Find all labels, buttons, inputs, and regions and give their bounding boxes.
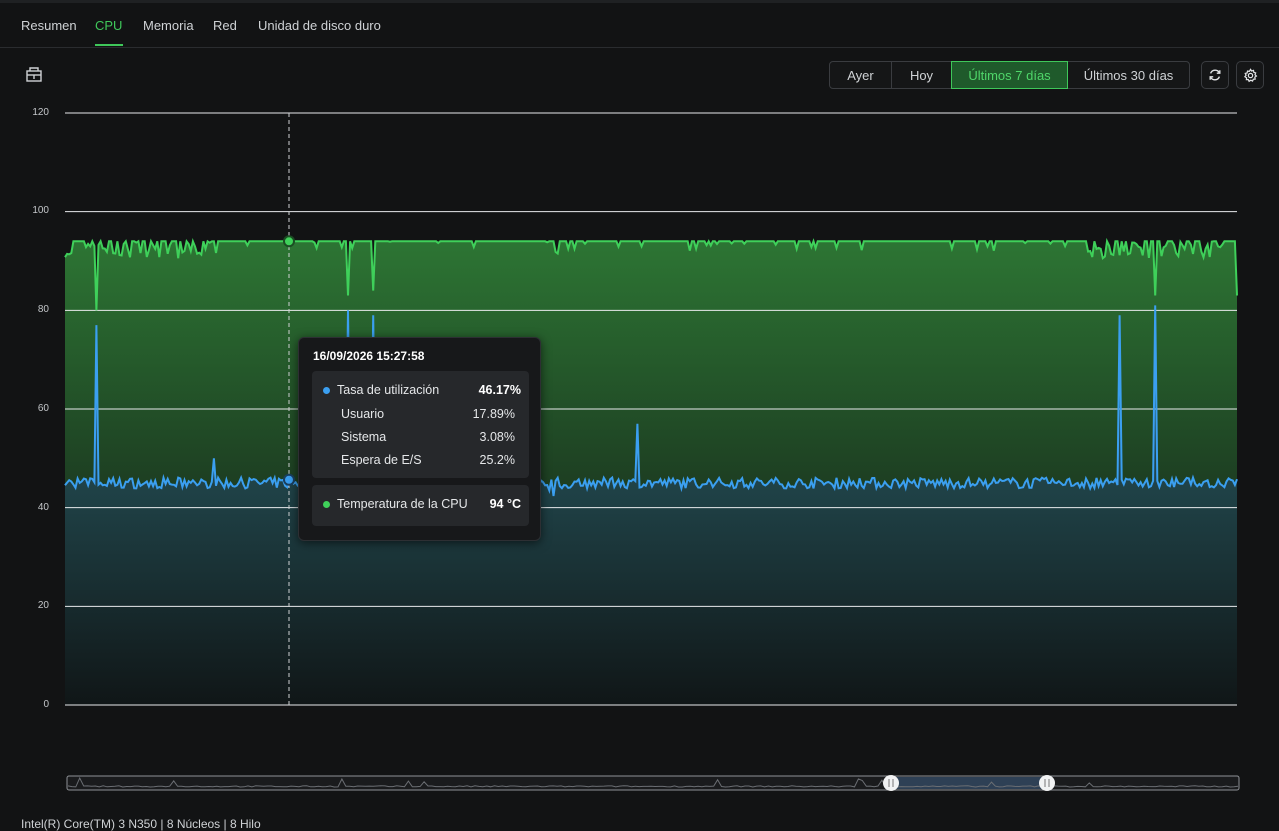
sistema-value: 3.08% (479, 430, 515, 444)
tooltip-timestamp: 16/09/2026 15:27:58 (313, 349, 425, 363)
chart-tooltip: 16/09/2026 15:27:58 Tasa de utilización … (298, 337, 541, 541)
tooltip-utilization-box: Tasa de utilización 46.17% Usuario 17.89… (312, 371, 529, 478)
espera-label: Espera de E/S (341, 453, 422, 467)
temperature-label: Temperatura de la CPU (337, 497, 468, 511)
range-selection (891, 777, 1047, 789)
cpu-chart[interactable] (0, 0, 1279, 824)
utilization-point (283, 473, 295, 486)
temperature-legend-dot (323, 501, 330, 508)
temperature-point (283, 235, 295, 248)
range-7-dias-button[interactable]: Últimos 7 días (951, 61, 1068, 89)
range-slider[interactable] (66, 775, 1240, 791)
utilization-value: 46.17% (478, 383, 521, 397)
utilization-label: Tasa de utilización (337, 383, 440, 397)
cpu-info-footer: Intel(R) Core(TM) 3 N350 | 8 Núcleos | 8… (21, 817, 261, 831)
utilization-legend-dot (323, 387, 330, 394)
temperature-area (65, 241, 1237, 496)
usuario-value: 17.89% (472, 407, 515, 421)
espera-value: 25.2% (479, 453, 515, 467)
tooltip-temperature-box: Temperatura de la CPU 94 °C (312, 485, 529, 526)
range-handle-start[interactable] (883, 775, 899, 791)
sistema-label: Sistema (341, 430, 387, 444)
temperature-value: 94 °C (489, 497, 521, 511)
range-handle-end[interactable] (1039, 775, 1055, 791)
usuario-label: Usuario (341, 407, 385, 421)
